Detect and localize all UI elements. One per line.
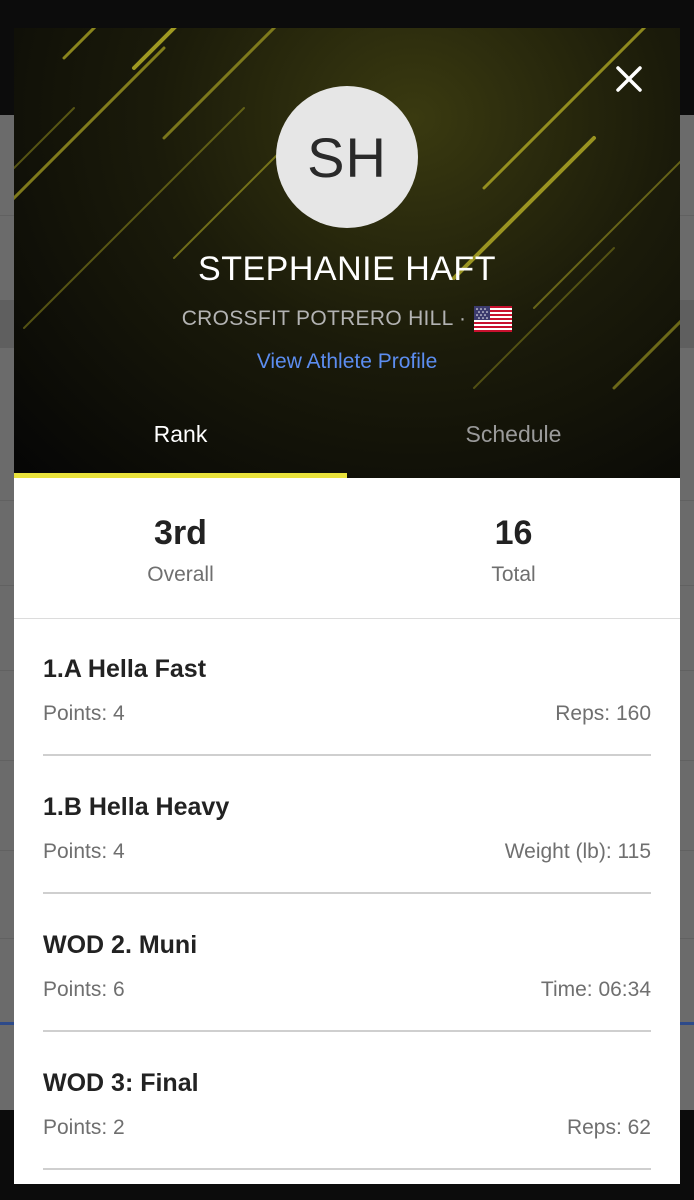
event-title: 1.B Hella Heavy <box>43 793 230 821</box>
athlete-name: STEPHANIE HAFT <box>198 250 496 288</box>
event-title: 1.A Hella Fast <box>43 655 207 683</box>
event-score: Time: 06:34 <box>540 978 651 1001</box>
close-icon <box>616 66 642 92</box>
tab-schedule[interactable]: Schedule <box>347 408 680 478</box>
event-score: Reps: 62 <box>566 1116 651 1139</box>
event-points: Points: 4 <box>43 840 125 863</box>
event-title: WOD 3: Final <box>43 1069 199 1097</box>
total-stat: 16 Total <box>347 478 680 618</box>
athlete-header: SH STEPHANIE HAFT CROSSFIT POTRERO HILL … <box>14 28 680 478</box>
event-points: Points: 4 <box>43 702 125 725</box>
event-score: Reps: 160 <box>555 702 651 725</box>
avatar: SH <box>276 86 418 228</box>
event-row[interactable]: WOD 2. Muni Points: 6 Time: 06:34 <box>43 895 651 1032</box>
total-points-value: 16 <box>494 514 533 552</box>
event-points: Points: 6 <box>43 978 125 1001</box>
view-athlete-profile-link[interactable]: View Athlete Profile <box>14 350 680 374</box>
affiliation-row: CROSSFIT POTRERO HILL · <box>14 306 680 332</box>
us-flag-icon <box>474 306 513 332</box>
event-row[interactable]: WOD 3: Final Points: 2 Reps: 62 <box>43 1033 651 1170</box>
close-button[interactable] <box>614 64 644 94</box>
overall-rank-label: Overall <box>147 563 214 586</box>
rank-summary: 3rd Overall 16 Total <box>14 478 680 619</box>
event-points: Points: 2 <box>43 1116 125 1139</box>
affiliation-name: CROSSFIT POTRERO HILL · <box>181 307 467 330</box>
event-row[interactable]: 1.A Hella Fast Points: 4 Reps: 160 <box>43 619 651 756</box>
tab-rank[interactable]: Rank <box>14 408 347 478</box>
tab-bar: Rank Schedule <box>14 408 680 478</box>
total-points-label: Total <box>491 563 536 586</box>
athlete-modal: SH STEPHANIE HAFT CROSSFIT POTRERO HILL … <box>14 28 680 1184</box>
event-title: WOD 2. Muni <box>43 931 198 959</box>
overall-rank-value: 3rd <box>154 514 207 552</box>
overall-stat: 3rd Overall <box>14 478 347 618</box>
event-row[interactable]: 1.B Hella Heavy Points: 4 Weight (lb): 1… <box>43 757 651 894</box>
event-list: 1.A Hella Fast Points: 4 Reps: 160 1.B H… <box>43 619 651 1171</box>
event-score: Weight (lb): 115 <box>504 840 651 863</box>
avatar-initials: SH <box>307 125 387 189</box>
